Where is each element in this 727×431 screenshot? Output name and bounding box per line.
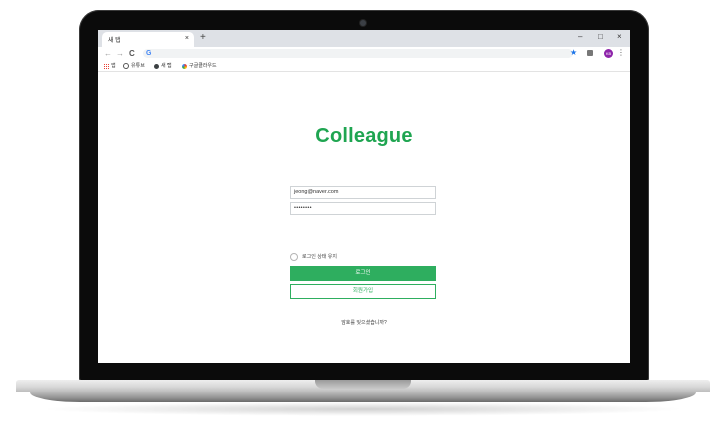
bookmark-new-tab[interactable]: 새 탭 — [154, 62, 172, 70]
forgot-password-link[interactable]: 암호를 잊으셨습니까? — [98, 319, 630, 326]
bookmark-apps[interactable]: 앱 — [104, 62, 116, 70]
laptop-shadow — [40, 402, 686, 416]
youtube-icon — [123, 63, 129, 69]
bookmark-youtube[interactable]: 유튜브 — [123, 62, 145, 70]
bookmark-star-icon[interactable]: ★ — [570, 48, 577, 58]
remember-me[interactable]: 로그인 상태 유지 — [290, 252, 337, 261]
bookmark-label: 새 탭 — [161, 63, 172, 69]
apps-icon — [104, 63, 109, 69]
bookmark-label: 앱 — [111, 63, 116, 69]
signup-button[interactable]: 회원가입 — [290, 284, 436, 299]
login-button[interactable]: 로그인 — [290, 266, 436, 281]
tab-title: 새 탭 — [108, 38, 121, 44]
browser-toolbar: ← → C G ★ KB ⋮ — [98, 47, 630, 60]
remember-label: 로그인 상태 유지 — [302, 254, 337, 260]
camera-icon — [360, 20, 366, 26]
google-cloud-icon — [182, 63, 187, 69]
email-field[interactable]: jeong@naver.com — [290, 186, 436, 199]
password-field[interactable]: •••••••• — [290, 202, 436, 215]
laptop-base-bottom — [30, 392, 696, 402]
forward-icon[interactable]: → — [116, 49, 124, 58]
google-icon: G — [146, 50, 152, 57]
bookmark-label: 구글클라우드 — [189, 63, 217, 69]
reload-icon[interactable]: C — [129, 49, 135, 58]
minimize-icon[interactable]: – — [578, 32, 582, 42]
profile-avatar[interactable]: KB — [604, 49, 613, 58]
address-bar[interactable]: G — [143, 49, 573, 58]
tab-new-tab[interactable]: 새 탭 × — [102, 32, 194, 47]
back-icon[interactable]: ← — [104, 49, 112, 58]
tab-close-icon[interactable]: × — [185, 34, 189, 43]
remember-checkbox[interactable] — [290, 252, 298, 261]
bookmark-label: 유튜브 — [131, 63, 145, 69]
bookmark-google-cloud[interactable]: 구글클라우드 — [182, 62, 217, 70]
laptop-notch — [315, 380, 411, 389]
browser-window: 새 탭 × + – □ × ← → C G ★ KB ⋮ 앱 유튜브 새 탭 구… — [98, 30, 630, 363]
bookmarks-bar: 앱 유튜브 새 탭 구글클라우드 — [98, 60, 630, 72]
maximize-icon[interactable]: □ — [598, 32, 603, 42]
close-window-icon[interactable]: × — [617, 32, 622, 42]
login-page: Colleague jeong@naver.com •••••••• 로그인 상… — [98, 72, 630, 363]
extension-icon[interactable] — [587, 50, 593, 56]
new-tab-button[interactable]: + — [200, 33, 206, 43]
tab-strip: 새 탭 × + – □ × — [98, 30, 630, 47]
brand-title: Colleague — [315, 125, 413, 147]
browser-menu-icon[interactable]: ⋮ — [617, 48, 625, 58]
globe-icon — [154, 63, 159, 69]
